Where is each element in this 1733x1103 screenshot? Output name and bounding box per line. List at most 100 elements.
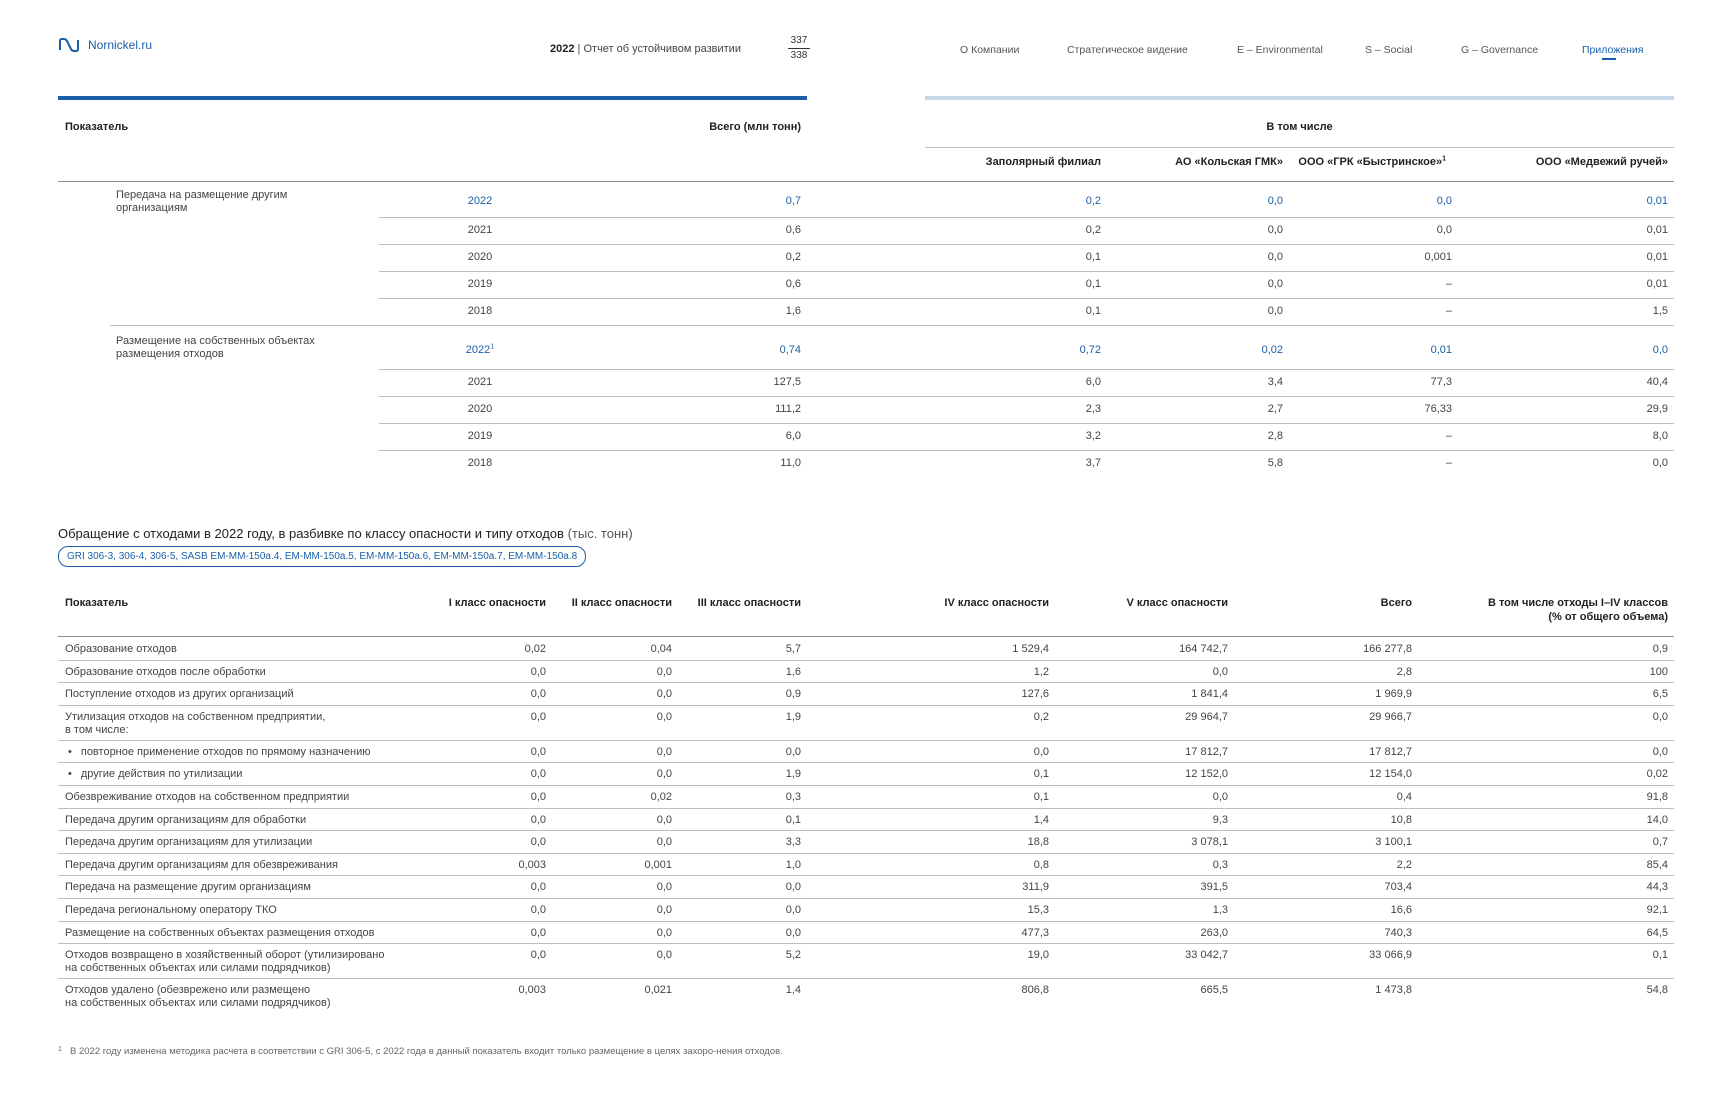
table2-value: 5,2 (785, 949, 801, 961)
table2-row-label-line: на собственных объектах или силами подря… (65, 962, 331, 974)
table2-row-divider (58, 943, 1674, 944)
table2-value: 0,0 (1212, 791, 1228, 803)
table2-value: 100 (1649, 666, 1668, 678)
table1-row-divider (379, 450, 1674, 451)
nav-item-0[interactable]: О Компании (960, 44, 1019, 56)
table1-value: 111,2 (775, 403, 801, 415)
report-title: 2022 | Отчет об устойчивом развитии (550, 43, 741, 55)
table1-value: 0,1 (1085, 278, 1101, 290)
table2-row-divider (58, 785, 1674, 786)
table1-value: 40,4 (1646, 376, 1668, 388)
t2-header-class-3: III класс опасности (697, 597, 801, 609)
table1-year-text: 2018 (467, 457, 493, 469)
table1-rule-dark (58, 96, 807, 100)
nav-item-4[interactable]: G – Governance (1461, 44, 1538, 56)
table2-value: 0,0 (785, 746, 801, 758)
table2-value: 0,0 (1652, 746, 1668, 758)
table2-value: 92,1 (1646, 904, 1668, 916)
table2-row-label-line: Передача на размещение другим организаци… (65, 881, 311, 893)
table2-value: 3,3 (785, 836, 801, 848)
table1-value: 0,2 (1085, 195, 1101, 207)
table1-row-divider (379, 423, 1674, 424)
table1-row-divider (110, 325, 1674, 326)
table1-year-text: 2022 (467, 195, 493, 207)
table2-row-label-line: на собственных объектах или силами подря… (65, 997, 331, 1009)
table1-value: 76,33 (1424, 403, 1452, 415)
table1-year: 2019 (400, 278, 560, 290)
gri-standards-tag[interactable]: GRI 306-3, 306-4, 306-5, SASB EM-MM-150a… (58, 546, 587, 567)
table2-value: 54,8 (1646, 984, 1668, 996)
table2-row-label-line: Передача другим организациям для обработ… (65, 814, 307, 826)
table1-value: 0,74 (779, 344, 801, 356)
table1-value: 0,6 (785, 278, 801, 290)
table2-value: 0,3 (785, 791, 801, 803)
table2-row-divider (58, 830, 1674, 831)
table1-group-label: Размещение на собственных объектах разме… (116, 335, 315, 360)
table2-row-label: Передача другим организациям для обработ… (65, 814, 306, 827)
table1-year: 20221 (400, 343, 560, 356)
table1-row-divider (379, 298, 1674, 299)
table2-value: 0,0 (656, 836, 672, 848)
table2-value: 1,4 (785, 984, 801, 996)
table2-value: 91,8 (1646, 791, 1668, 803)
table2-value: 0,1 (785, 814, 801, 826)
table1-value: 0,0 (1436, 224, 1452, 236)
table1-value: 0,0 (1652, 457, 1668, 469)
nav-item-2[interactable]: E – Environmental (1237, 44, 1323, 56)
table1-group-label: Передача на размещение другим организаци… (116, 189, 288, 214)
table2-header-rule (58, 636, 1674, 637)
table2-row-label: Поступление отходов из других организаци… (65, 688, 294, 701)
table2-row-label: Передача другим организациям для утилиза… (65, 836, 312, 849)
table1-value: 2,3 (1085, 403, 1101, 415)
table1-value: 0,2 (785, 251, 801, 263)
table2-value: 0,2 (1033, 711, 1049, 723)
table1-value: 6,0 (1085, 376, 1101, 388)
table2-value: 17 812,7 (1185, 746, 1228, 758)
table2-value: 0,02 (1646, 768, 1668, 780)
table2-value: 0,1 (1652, 949, 1668, 961)
nav-item-1[interactable]: Стратегическое видение (1067, 44, 1188, 56)
footnote-text: В 2022 году изменена методика расчета в … (70, 1046, 783, 1057)
table1-header-sub-bystrinskoe-text: ООО «ГРК «Быстринское» (1298, 156, 1443, 168)
table2-value: 33 042,7 (1185, 949, 1228, 961)
table1-year: 2020 (400, 251, 560, 263)
table2-row-label-line: Передача другим организациям для обезвре… (65, 859, 338, 871)
table2-row-label-line: Образование отходов после обработки (65, 666, 266, 678)
table2-value: 29 964,7 (1185, 711, 1228, 723)
table2-value: 1 473,8 (1375, 984, 1412, 996)
table1-header-indicator: Показатель (65, 121, 129, 133)
table1-value: 8,0 (1652, 430, 1668, 442)
table2-value: 0,0 (785, 904, 801, 916)
page-total: 338 (790, 50, 808, 61)
table1-value: 29,9 (1646, 403, 1668, 415)
table1-year: 2020 (400, 403, 560, 415)
table2-row-label-line: другие действия по утилизации (80, 768, 243, 780)
table1-row-divider (379, 396, 1674, 397)
table1-value: 0,001 (1424, 251, 1452, 263)
table2-value: 64,5 (1646, 927, 1668, 939)
table1-value: – (1445, 457, 1452, 469)
nav-item-3[interactable]: S – Social (1365, 44, 1412, 56)
table2-value: 0,0 (656, 904, 672, 916)
table2-row-label: Передача другим организациям для обезвре… (65, 859, 338, 872)
table2-value: 166 277,8 (1363, 643, 1412, 655)
table1-year: 2018 (400, 305, 560, 317)
table2-row-label: другие действия по утилизации (68, 768, 243, 781)
table2-value: 0,9 (1652, 643, 1668, 655)
table2-row-label: Утилизация отходов на собственном предпр… (65, 711, 325, 737)
t2-header-share-i-iv: В том числе отходы I–IV классов (% от общ… (1368, 596, 1668, 624)
table2-value: 0,0 (656, 949, 672, 961)
t2-header-class-4: IV класс опасности (944, 597, 1049, 609)
table2-value: 44,3 (1646, 881, 1668, 893)
table2-row-label: Передача региональному оператору ТКО (65, 904, 277, 917)
table2-row-label-line: Размещение на собственных объектах разме… (65, 927, 375, 939)
table1-year-text: 2018 (467, 305, 493, 317)
table2-value: 3 078,1 (1191, 836, 1228, 848)
nav-item-5[interactable]: Приложения (1582, 44, 1643, 56)
nornickel-logo-link[interactable]: Nornickel.ru (58, 38, 152, 52)
table2-value: 33 066,9 (1369, 949, 1412, 961)
table2-value: 14,0 (1646, 814, 1668, 826)
table1-value: 0,2 (1085, 224, 1101, 236)
table2-row-divider (58, 921, 1674, 922)
table2-row-label: Образование отходов (65, 643, 177, 656)
